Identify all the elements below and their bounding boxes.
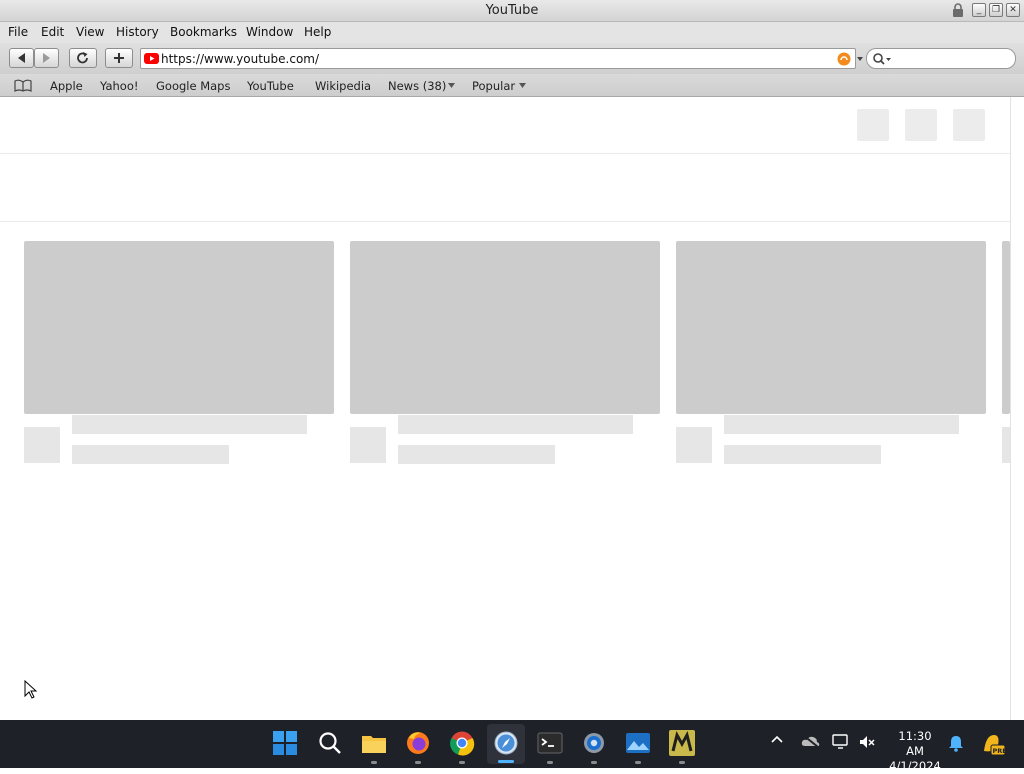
search-icon [873, 53, 891, 65]
chrome-icon[interactable] [449, 730, 475, 756]
vertical-scrollbar[interactable] [1010, 97, 1024, 720]
video-thumbnail-placeholder [676, 241, 986, 414]
clock-time: 11:30 AM [898, 729, 932, 758]
url-text: https://www.youtube.com/ [161, 52, 320, 66]
address-bar[interactable]: https://www.youtube.com/ [140, 48, 856, 69]
video-meta-placeholder [72, 445, 229, 464]
bookmarks-book-icon[interactable] [14, 79, 32, 92]
bookmark-wikipedia[interactable]: Wikipedia [315, 79, 371, 93]
menu-history[interactable]: History [116, 25, 159, 39]
menu-bar: File Edit View History Bookmarks Window … [0, 22, 1024, 43]
menu-bookmarks[interactable]: Bookmarks [170, 25, 237, 39]
menu-window[interactable]: Window [246, 25, 293, 39]
address-dropdown-icon[interactable] [857, 56, 863, 62]
video-title-placeholder [724, 415, 959, 434]
close-button[interactable]: ✕ [1006, 3, 1020, 17]
reload-button[interactable] [69, 48, 97, 68]
channel-avatar-placeholder [24, 427, 60, 463]
notification-bell-icon[interactable] [948, 734, 964, 752]
channel-avatar-placeholder [676, 427, 712, 463]
volume-muted-icon[interactable] [858, 734, 876, 750]
back-button[interactable] [9, 48, 34, 68]
taskbar: PRE [0, 720, 1024, 768]
rss-icon[interactable] [837, 52, 851, 66]
running-indicator [371, 761, 377, 764]
menu-view[interactable]: View [76, 25, 104, 39]
header-button-placeholder [953, 109, 985, 141]
bookmark-youtube[interactable]: YouTube [247, 79, 294, 93]
photos-icon[interactable] [625, 730, 651, 756]
menu-edit[interactable]: Edit [41, 25, 64, 39]
channel-avatar-placeholder [350, 427, 386, 463]
safari-icon[interactable] [493, 730, 519, 756]
video-thumbnail-placeholder [350, 241, 660, 414]
running-indicator [415, 761, 421, 764]
forward-arrow-icon [43, 53, 50, 63]
back-arrow-icon [18, 53, 25, 63]
clock-date: 4/1/2024 [889, 759, 941, 773]
lock-icon [953, 3, 963, 17]
bookmarks-bar: Apple Yahoo! Google Maps YouTube Wikiped… [0, 74, 1024, 97]
file-explorer-icon[interactable] [361, 730, 387, 756]
running-indicator [459, 761, 465, 764]
running-indicator [635, 761, 641, 764]
firefox-icon[interactable] [405, 730, 431, 756]
video-thumbnail-placeholder [24, 241, 334, 414]
network-icon[interactable] [832, 734, 850, 750]
maximize-button[interactable]: ❐ [989, 3, 1003, 17]
settings-gear-icon[interactable] [581, 730, 607, 756]
chevron-up-icon[interactable] [770, 734, 784, 744]
video-meta-placeholder [724, 445, 881, 464]
header-button-placeholder [905, 109, 937, 141]
active-indicator [498, 760, 514, 763]
windows-start-icon[interactable] [272, 730, 298, 756]
window-titlebar: YouTube _ ❐ ✕ [0, 0, 1024, 22]
running-indicator [679, 761, 685, 764]
add-bookmark-button[interactable] [105, 48, 133, 68]
menu-file[interactable]: File [8, 25, 28, 39]
bookmark-popular[interactable]: Popular [472, 79, 515, 93]
svg-text:PRE: PRE [993, 747, 1007, 755]
youtube-header-skeleton [0, 97, 1010, 154]
bookmark-google-maps[interactable]: Google Maps [156, 79, 230, 93]
running-indicator [547, 761, 553, 764]
video-title-placeholder [398, 415, 633, 434]
minimize-button[interactable]: _ [972, 3, 986, 17]
mouse-cursor-icon [24, 680, 38, 699]
video-title-placeholder [72, 415, 307, 434]
browser-toolbar: https://www.youtube.com/ [0, 43, 1024, 74]
terminal-icon[interactable] [537, 730, 563, 756]
maxthon-icon[interactable] [669, 730, 695, 756]
taskbar-clock[interactable]: 11:30 AM 4/1/2024 [888, 729, 942, 774]
plus-icon [114, 53, 124, 63]
chip-bar-skeleton [0, 154, 1010, 222]
menu-help[interactable]: Help [304, 25, 331, 39]
running-indicator [591, 761, 597, 764]
window-title: YouTube [485, 3, 539, 18]
bookmark-yahoo[interactable]: Yahoo! [100, 79, 138, 93]
news-dropdown-icon [448, 83, 455, 88]
search-field[interactable] [866, 48, 1016, 69]
forward-button[interactable] [34, 48, 59, 68]
bookmark-news[interactable]: News (38) [388, 79, 446, 93]
search-icon[interactable] [317, 730, 343, 756]
video-thumbnail-placeholder [1002, 241, 1010, 414]
popular-dropdown-icon [519, 83, 526, 88]
youtube-favicon-icon [144, 53, 159, 64]
onedrive-offline-icon[interactable] [801, 734, 820, 748]
channel-avatar-placeholder [1002, 427, 1010, 463]
video-meta-placeholder [398, 445, 555, 464]
header-button-placeholder [857, 109, 889, 141]
bookmark-apple[interactable]: Apple [50, 79, 83, 93]
copilot-pre-icon[interactable]: PRE [980, 731, 1006, 757]
page-content [0, 97, 1010, 720]
reload-icon [77, 52, 88, 64]
